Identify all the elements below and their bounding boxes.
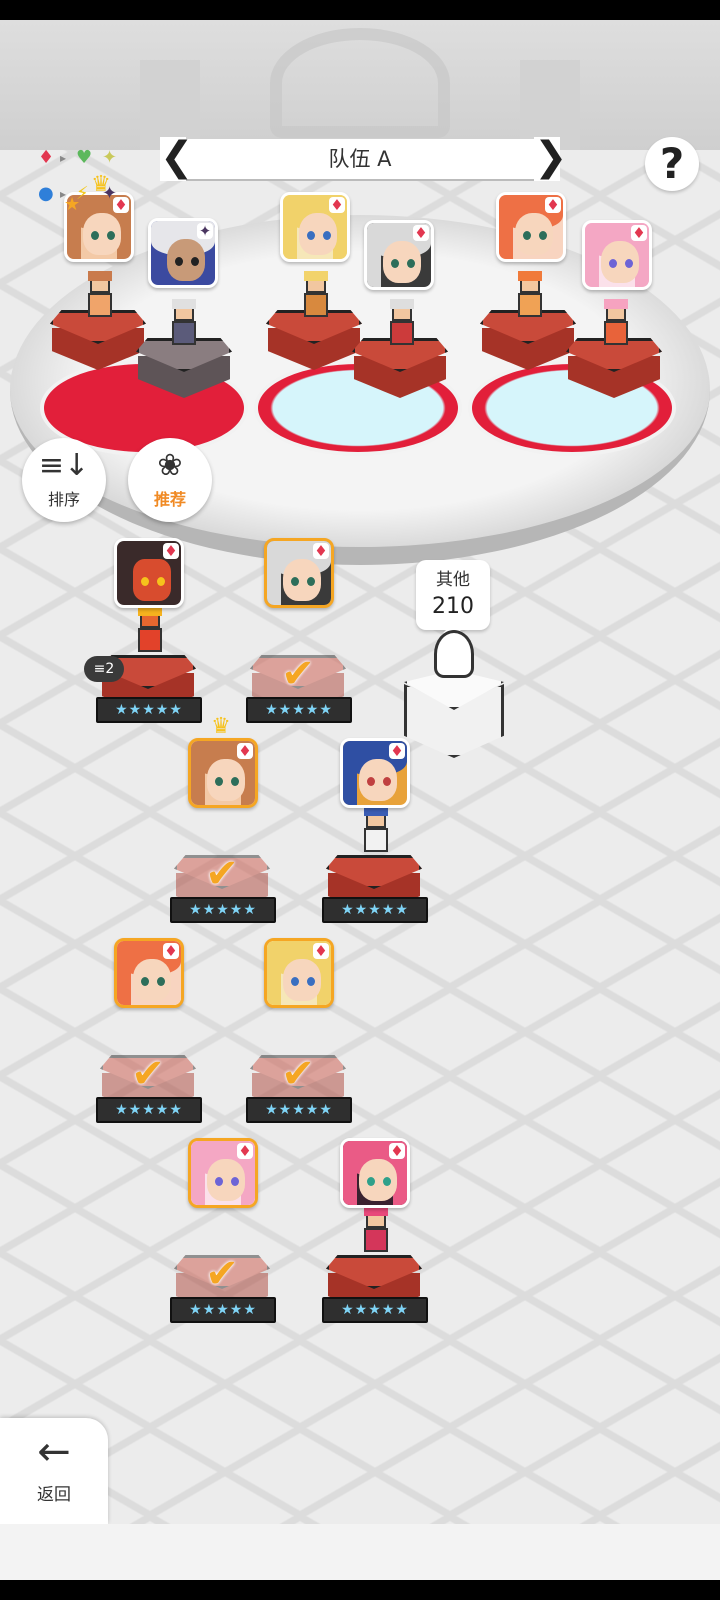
- star-rating: ★★★★★: [96, 1097, 202, 1123]
- character-sprite[interactable]: [298, 271, 334, 321]
- selected-check-icon: ✔: [205, 851, 239, 897]
- back-button[interactable]: ← 返回: [0, 1418, 108, 1524]
- diamond-suit-icon: ♦: [413, 224, 429, 242]
- character-sprite[interactable]: [512, 271, 548, 321]
- placeholder-character-icon: [434, 630, 474, 678]
- star-suit-icon: ✦: [197, 222, 213, 240]
- back-label: 返回: [37, 1485, 71, 1505]
- arena-back-wall: [0, 20, 720, 150]
- roster-portrait[interactable]: ♦: [264, 938, 334, 1008]
- selected-check-icon: ✔: [281, 651, 315, 697]
- diamond-suit-icon: ♦: [237, 742, 253, 760]
- sort-icon: ≡↓: [38, 448, 90, 483]
- leaf-icon: ♥: [76, 147, 93, 168]
- status-bar: [0, 0, 720, 20]
- roster-portrait[interactable]: ♦: [340, 1138, 410, 1208]
- team-selector: 队伍 A ❮ ❯: [160, 137, 568, 181]
- system-nav-bar: [0, 1524, 720, 1600]
- character-sprite[interactable]: [82, 271, 118, 321]
- team-portrait[interactable]: ✦: [148, 218, 218, 288]
- star-rating: ★★★★★: [322, 897, 428, 923]
- diamond-suit-icon: ♦: [389, 742, 405, 760]
- other-characters-bubble[interactable]: 其他 210: [416, 560, 490, 643]
- other-count: 210: [432, 594, 474, 619]
- roster-portrait[interactable]: ♦: [188, 1138, 258, 1208]
- element-affinity-chart[interactable]: ♦ ▸ ♥ ✦ ● ▸ ⚡ ✦: [30, 145, 130, 211]
- character-sprite[interactable]: [384, 299, 420, 349]
- previous-team-button[interactable]: ❮: [160, 137, 194, 181]
- roster-portrait[interactable]: ♦: [114, 938, 184, 1008]
- lightning-icon: ⚡: [76, 183, 89, 204]
- arrow-left-icon: ←: [37, 1429, 71, 1475]
- diamond-suit-icon: ♦: [313, 542, 329, 560]
- roster-portrait[interactable]: ♦: [114, 538, 184, 608]
- other-characters-slot[interactable]: [404, 630, 504, 760]
- diamond-icon: ♦: [38, 147, 55, 168]
- roster-portrait[interactable]: ♦: [264, 538, 334, 608]
- recommend-label: 推荐: [153, 490, 186, 509]
- sort-label: 排序: [47, 490, 80, 509]
- dark-star-icon: ✦: [102, 183, 118, 204]
- help-button[interactable]: ?: [645, 137, 699, 191]
- diamond-suit-icon: ♦: [545, 196, 561, 214]
- selected-check-icon: ✔: [131, 1051, 165, 1097]
- character-sprite[interactable]: [598, 299, 634, 349]
- star-rating: ★★★★★: [170, 897, 276, 923]
- recommend-icon: ❀: [157, 448, 183, 483]
- team-title: 队伍 A: [328, 147, 392, 171]
- diamond-suit-icon: ♦: [389, 1142, 405, 1160]
- selected-check-icon: ✔: [205, 1251, 239, 1297]
- character-sprite[interactable]: [358, 1206, 394, 1256]
- character-sprite[interactable]: [358, 806, 394, 856]
- star-rating: ★★★★★: [246, 697, 352, 723]
- star-rating: ★★★★★: [170, 1297, 276, 1323]
- roster-portrait[interactable]: ♦: [188, 738, 258, 808]
- owned-count-badge: ≡2: [84, 656, 124, 682]
- water-icon: ●: [38, 183, 54, 204]
- roster-portrait[interactable]: ♦: [340, 738, 410, 808]
- arrow-icon: ▸: [60, 151, 67, 165]
- character-sprite[interactable]: [132, 606, 168, 656]
- team-formation-scene: ♦ ♛ ★ ✦ ♦ ♦ ♦ ♦ ♦ ≡2 ★★★★★ ♦ ✔ ★★★★★ ♛ ♦…: [0, 20, 720, 1524]
- team-portrait[interactable]: ♦: [364, 220, 434, 290]
- diamond-suit-icon: ♦: [237, 1142, 253, 1160]
- arena-emblem: [270, 28, 450, 138]
- leader-crown-icon: ♛: [211, 714, 231, 739]
- team-portrait[interactable]: ♦: [496, 192, 566, 262]
- star-rating: ★★★★★: [246, 1097, 352, 1123]
- diamond-suit-icon: ♦: [329, 196, 345, 214]
- sort-button[interactable]: ≡↓ 排序: [22, 438, 106, 522]
- diamond-suit-icon: ♦: [163, 542, 179, 560]
- other-label: 其他: [436, 570, 470, 590]
- next-team-button[interactable]: ❯: [534, 137, 568, 181]
- diamond-suit-icon: ♦: [631, 224, 647, 242]
- character-sprite[interactable]: [166, 299, 202, 349]
- star-rating: ★★★★★: [96, 697, 202, 723]
- arrow-icon: ▸: [60, 187, 67, 201]
- diamond-suit-icon: ♦: [163, 942, 179, 960]
- selected-check-icon: ✔: [281, 1051, 315, 1097]
- team-portrait[interactable]: ♦: [582, 220, 652, 290]
- diamond-suit-icon: ♦: [313, 942, 329, 960]
- star-rating: ★★★★★: [322, 1297, 428, 1323]
- recommend-button[interactable]: ❀ 推荐: [128, 438, 212, 522]
- team-portrait[interactable]: ♦: [280, 192, 350, 262]
- sparkle-icon: ✦: [102, 147, 118, 168]
